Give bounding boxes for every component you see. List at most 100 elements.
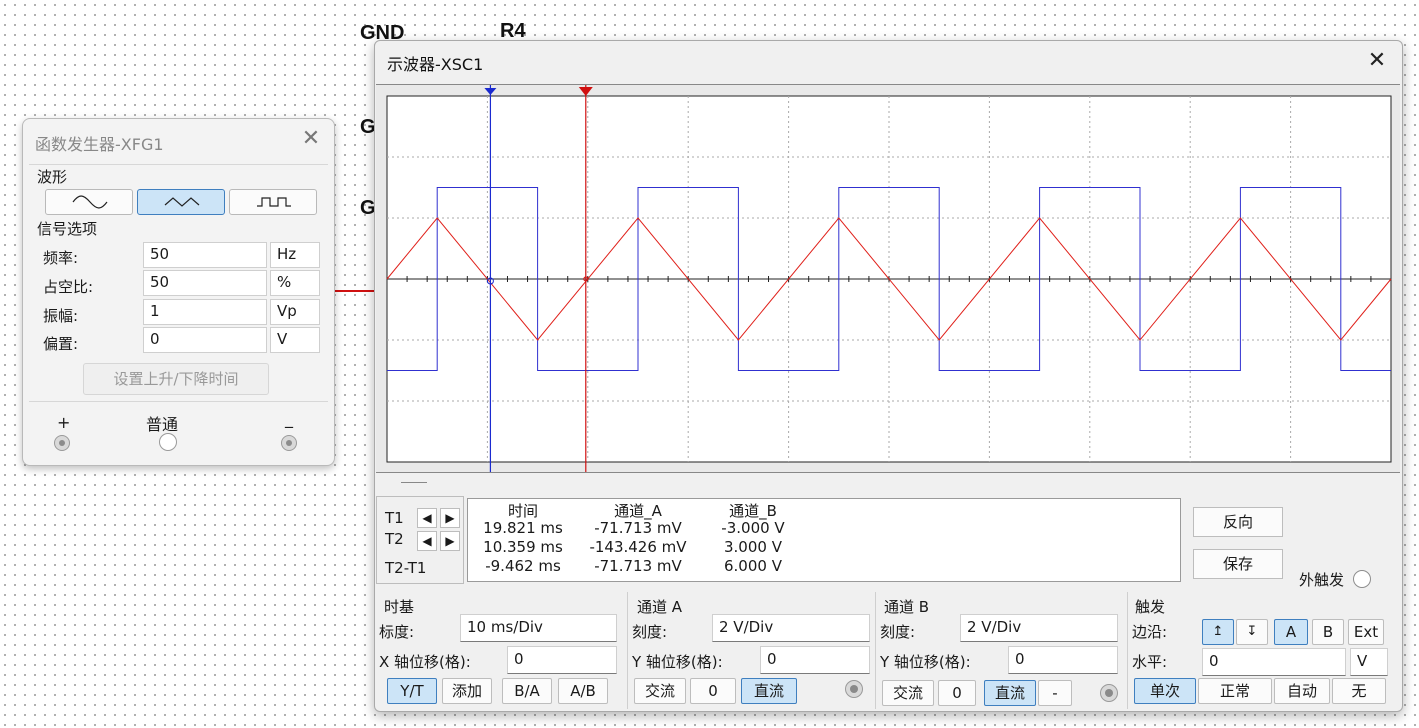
- square-wave-button[interactable]: [229, 189, 317, 215]
- channel-a-terminal[interactable]: [845, 680, 863, 698]
- falling-edge-button[interactable]: ↧: [1236, 619, 1268, 645]
- fg-title: 函数发生器-XFG1: [35, 135, 164, 154]
- timebase-scale-input[interactable]: 10 ms/Div: [460, 614, 617, 642]
- channel-a-ypos-input[interactable]: 0: [760, 646, 870, 674]
- trigger-level-label: 水平:: [1132, 653, 1168, 671]
- rising-edge-button[interactable]: ↥: [1202, 619, 1234, 645]
- channel-b-ypos-input[interactable]: 0: [1008, 646, 1118, 674]
- channel-a-scale-label: 刻度:: [632, 623, 668, 641]
- channel-a-ac-button[interactable]: 交流: [634, 678, 686, 704]
- readout-t2-channel-b: 3.000 V: [724, 538, 782, 556]
- channel-a-dc-button[interactable]: 直流: [741, 678, 797, 704]
- channel-b-title: 通道 B: [884, 598, 930, 616]
- cursor-controls: T1 ◀ ▶ T2 ◀ ▶ T2-T1: [376, 496, 464, 584]
- scope-screen[interactable]: [376, 84, 1400, 473]
- close-icon[interactable]: ✕: [299, 127, 323, 151]
- channel-b-zero-button[interactable]: 0: [938, 680, 976, 706]
- offset-label: 偏置:: [43, 335, 79, 353]
- minus-terminal-label: _: [285, 409, 293, 428]
- readout-t2-time: 10.359 ms: [483, 538, 563, 556]
- auto-mode-button[interactable]: 自动: [1274, 678, 1330, 704]
- cursor-t2-marker: [578, 87, 593, 96]
- cursor-readout-table: 时间 通道_A 通道_B 19.821 ms -71.713 mV -3.000…: [467, 498, 1181, 582]
- trigger-title: 触发: [1135, 598, 1166, 616]
- add-mode-button[interactable]: 添加: [442, 678, 492, 704]
- timebase-group: 时基 标度: 10 ms/Div X 轴位移(格): 0 Y/T 添加 B/A …: [375, 592, 625, 709]
- channel-b-scale-label: 刻度:: [880, 623, 916, 641]
- divider: [29, 401, 328, 402]
- offset-unit[interactable]: V: [270, 327, 320, 353]
- duty-cycle-unit[interactable]: %: [270, 270, 320, 296]
- trigger-level-unit[interactable]: V: [1350, 648, 1388, 676]
- osc-title: 示波器-XSC1: [387, 55, 484, 74]
- trigger-source-b-button[interactable]: B: [1312, 619, 1344, 645]
- t2-left-button[interactable]: ◀: [417, 531, 437, 551]
- channel-a-zero-button[interactable]: 0: [690, 678, 736, 704]
- readout-t1-channel-a: -71.713 mV: [594, 519, 682, 537]
- readout-header-channel-a: 通道_A: [614, 502, 662, 520]
- offset-input[interactable]: 0: [143, 327, 267, 353]
- frequency-label: 频率:: [43, 249, 79, 267]
- plus-terminal-label: +: [57, 413, 71, 432]
- frequency-unit[interactable]: Hz: [270, 242, 320, 268]
- duty-cycle-label: 占空比:: [43, 278, 94, 296]
- single-mode-button[interactable]: 单次: [1134, 678, 1196, 704]
- sine-wave-button[interactable]: [45, 189, 133, 215]
- channel-b-ac-button[interactable]: 交流: [882, 680, 934, 706]
- splitter-handle[interactable]: [401, 482, 427, 483]
- amplitude-input[interactable]: 1: [143, 299, 267, 325]
- channel-a-scale-input[interactable]: 2 V/Div: [712, 614, 870, 642]
- channel-a-group: 通道 A 刻度: 2 V/Div Y 轴位移(格): 0 交流 0 直流: [627, 592, 874, 709]
- ext-trigger-label: 外触发: [1299, 571, 1345, 589]
- channel-b-dc-button[interactable]: 直流: [984, 680, 1036, 706]
- readout-diff-time: -9.462 ms: [485, 557, 561, 575]
- channel-b-scale-input[interactable]: 2 V/Div: [960, 614, 1118, 642]
- t1-label: T1: [385, 509, 404, 527]
- square-icon: [257, 197, 291, 207]
- amplitude-label: 振幅:: [43, 307, 79, 325]
- triangle-wave-button[interactable]: [137, 189, 225, 215]
- rise-fall-time-button[interactable]: 设置上升/下降时间: [83, 363, 269, 395]
- save-button[interactable]: 保存: [1193, 549, 1283, 579]
- ba-mode-button[interactable]: B/A: [502, 678, 552, 704]
- trigger-edge-label: 边沿:: [1132, 623, 1168, 641]
- reverse-button[interactable]: 反向: [1193, 507, 1283, 537]
- x-position-label: X 轴位移(格):: [379, 653, 471, 671]
- ab-mode-button[interactable]: A/B: [558, 678, 608, 704]
- channel-b-group: 通道 B 刻度: 2 V/Div Y 轴位移(格): 0 交流 0 直流 -: [875, 592, 1126, 709]
- trigger-group: 触发 边沿: ↥ ↧ A B Ext 水平: 0 V 单次 正常 自动 无: [1127, 592, 1398, 709]
- common-terminal[interactable]: [159, 433, 177, 451]
- timebase-scale-label: 标度:: [379, 623, 415, 641]
- normal-mode-button[interactable]: 正常: [1198, 678, 1272, 704]
- trigger-source-ext-button[interactable]: Ext: [1348, 619, 1384, 645]
- channel-b-ypos-label: Y 轴位移(格):: [880, 653, 971, 671]
- readout-diff-channel-a: -71.713 mV: [594, 557, 682, 575]
- channel-b-minus-button[interactable]: -: [1038, 680, 1072, 706]
- none-mode-button[interactable]: 无: [1332, 678, 1386, 704]
- sine-icon: [72, 195, 108, 209]
- channel-b-terminal[interactable]: [1100, 684, 1118, 702]
- t1-right-button[interactable]: ▶: [440, 508, 460, 528]
- common-terminal-label: 普通: [146, 415, 179, 434]
- minus-terminal[interactable]: [281, 435, 297, 451]
- waveform-label: 波形: [37, 168, 68, 186]
- t1-left-button[interactable]: ◀: [417, 508, 437, 528]
- trigger-source-a-button[interactable]: A: [1274, 619, 1308, 645]
- yt-mode-button[interactable]: Y/T: [387, 678, 437, 704]
- amplitude-unit[interactable]: Vp: [270, 299, 320, 325]
- frequency-input[interactable]: 50: [143, 242, 267, 268]
- scope-display[interactable]: [376, 85, 1400, 472]
- t2-label: T2: [385, 530, 404, 548]
- close-icon[interactable]: ✕: [1365, 49, 1389, 73]
- readout-header-time: 时间: [507, 502, 538, 520]
- ext-trigger-terminal[interactable]: [1353, 570, 1371, 588]
- duty-cycle-input[interactable]: 50: [143, 270, 267, 296]
- channel-a-ypos-label: Y 轴位移(格):: [632, 653, 723, 671]
- function-generator-window: 函数发生器-XFG1 ✕ 波形 信号选项 频率: 50 Hz 占空比: 50 %…: [22, 118, 335, 466]
- channel-a-title: 通道 A: [637, 598, 683, 616]
- t2-right-button[interactable]: ▶: [440, 531, 460, 551]
- schematic-wire: [333, 290, 375, 292]
- plus-terminal[interactable]: [54, 435, 70, 451]
- trigger-level-input[interactable]: 0: [1202, 648, 1346, 676]
- x-position-input[interactable]: 0: [507, 646, 617, 674]
